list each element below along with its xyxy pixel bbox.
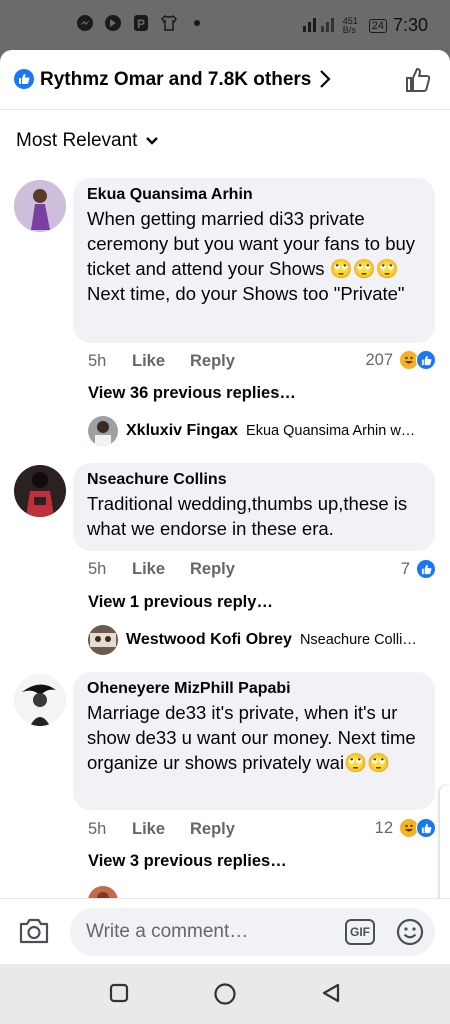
comment-text: When getting married di33 private ceremo… [87, 208, 416, 304]
like-comment-button[interactable]: Like [132, 820, 190, 839]
signal-icon [302, 14, 337, 37]
comment-time: 5h [88, 560, 107, 578]
comment-actions: 5h Like Reply [88, 820, 235, 839]
dot-icon [188, 14, 206, 32]
comments-sheet: Rythmz Omar and 7.8K others Most Relevan… [0, 50, 450, 964]
gif-button[interactable]: GIF [345, 919, 375, 945]
thumbs-up-icon [406, 67, 431, 92]
reaction-count-number: 7 [400, 559, 410, 578]
reply-button[interactable]: Reply [190, 560, 235, 579]
chevron-down-icon [145, 130, 159, 152]
comment-input[interactable] [70, 908, 435, 956]
status-time: 7:30 [392, 15, 428, 35]
comment-time: 5h [88, 820, 107, 838]
status-bar: P 451 B/s 24 7:30 [0, 0, 450, 50]
reply-snippet: Ekua Quansima Arhin w… [246, 423, 416, 439]
avatar [88, 416, 118, 446]
commenter-name[interactable]: Oheneyere MizPhill Papabi [87, 680, 421, 698]
reply-button[interactable]: Reply [190, 820, 235, 839]
reply-author-name: Westwood Kofi Obrey [126, 631, 292, 648]
avatar[interactable] [14, 674, 66, 726]
avatar[interactable] [14, 465, 66, 517]
home-circle-icon[interactable] [213, 982, 237, 1011]
like-comment-button[interactable]: Like [132, 560, 190, 579]
sort-dropdown[interactable]: Most Relevant [16, 130, 159, 152]
like-reaction-icon [416, 818, 436, 838]
shirt-icon [160, 14, 178, 32]
comment-composer: GIF [0, 898, 450, 964]
comment-actions: 5h Like Reply [88, 560, 235, 579]
network-speed: 451 B/s [342, 15, 358, 35]
reply-author-name: Xkluxiv Fingax [126, 422, 239, 439]
reply-preview[interactable]: Westwood Kofi Obrey Nseachure Colli… [88, 625, 417, 655]
messenger-icon [76, 14, 94, 32]
reactions-summary: Rythmz Omar and 7.8K others [40, 69, 312, 90]
reaction-count[interactable]: 207 [365, 350, 436, 370]
reply-button[interactable]: Reply [190, 352, 235, 371]
reaction-count-number: 207 [365, 350, 393, 369]
like-reaction-icon [416, 559, 436, 579]
reaction-count[interactable]: 12 [375, 818, 436, 838]
comment-time: 5h [88, 352, 107, 370]
reply-preview[interactable]: Xkluxiv Fingax Ekua Quansima Arhin w… [88, 416, 415, 446]
avatar[interactable] [14, 180, 66, 232]
comment-bubble[interactable]: Oheneyere MizPhill Papabi Marriage de33 … [73, 672, 435, 810]
like-reaction-icon [416, 350, 436, 370]
commenter-name[interactable]: Nseachure Collins [87, 471, 421, 489]
sort-label: Most Relevant [16, 130, 138, 151]
recents-square-icon[interactable] [108, 982, 130, 1009]
like-comment-button[interactable]: Like [132, 352, 190, 371]
view-previous-replies[interactable]: View 1 previous reply… [88, 593, 273, 612]
camera-icon[interactable] [18, 917, 50, 950]
view-previous-replies[interactable]: View 3 previous replies… [88, 852, 287, 871]
svg-text:P: P [137, 17, 145, 31]
comment-actions: 5h Like Reply [88, 352, 235, 371]
battery-icon: 24 [368, 18, 387, 33]
commenter-name[interactable]: Ekua Quansima Arhin [87, 186, 421, 204]
comment-text: Traditional wedding,thumbs up,these is w… [87, 493, 408, 539]
pocket-icon [104, 14, 122, 32]
comment-text: Marriage de33 it's private, when it's ur… [87, 702, 416, 773]
back-triangle-icon[interactable] [320, 982, 342, 1009]
chevron-right-icon [318, 68, 332, 95]
comment-bubble[interactable]: Nseachure Collins Traditional wedding,th… [73, 463, 435, 551]
reply-snippet: Nseachure Colli… [299, 632, 417, 648]
scroll-handle[interactable] [440, 786, 450, 912]
like-post-button[interactable] [404, 66, 432, 99]
battery-level: 24 [371, 19, 384, 32]
like-reaction-icon [14, 69, 34, 89]
reactions-header[interactable]: Rythmz Omar and 7.8K others [0, 50, 450, 110]
view-previous-replies[interactable]: View 36 previous replies… [88, 384, 296, 403]
reaction-count-number: 12 [374, 818, 393, 837]
avatar [88, 625, 118, 655]
p-icon: P [132, 14, 150, 32]
comment-bubble[interactable]: Ekua Quansima Arhin When getting married… [73, 178, 435, 343]
system-navigation-bar [0, 964, 450, 1024]
reaction-count[interactable]: 7 [401, 559, 436, 579]
smiley-icon[interactable] [396, 918, 424, 951]
